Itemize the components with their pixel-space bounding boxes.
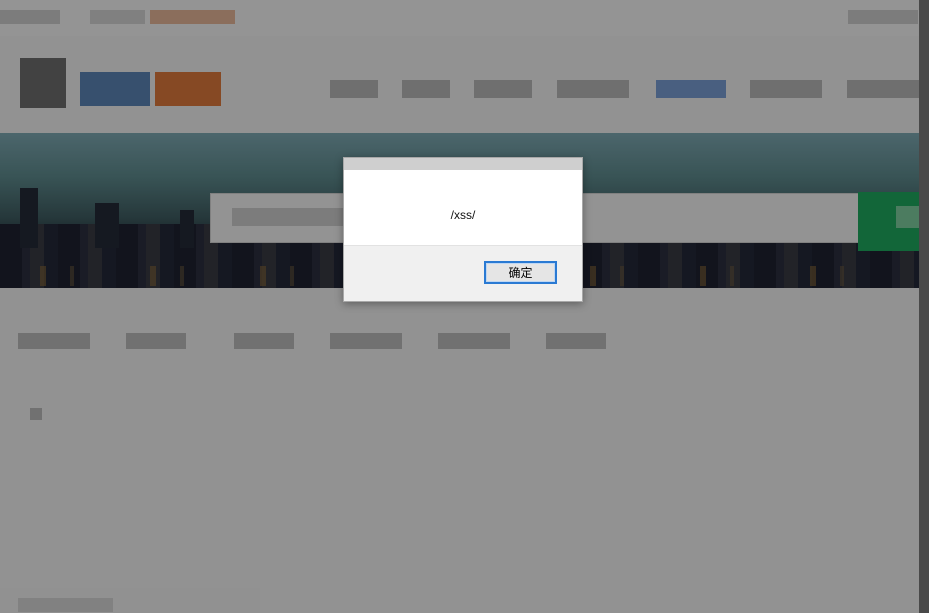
dialog-body: /xss/ bbox=[344, 170, 582, 245]
dialog-footer: 确定 bbox=[344, 245, 582, 301]
modal-overlay bbox=[0, 0, 929, 613]
alert-dialog: /xss/ 确定 bbox=[343, 157, 583, 302]
dialog-titlebar bbox=[344, 158, 582, 170]
ok-button[interactable]: 确定 bbox=[484, 261, 557, 284]
alert-message: /xss/ bbox=[450, 208, 476, 222]
